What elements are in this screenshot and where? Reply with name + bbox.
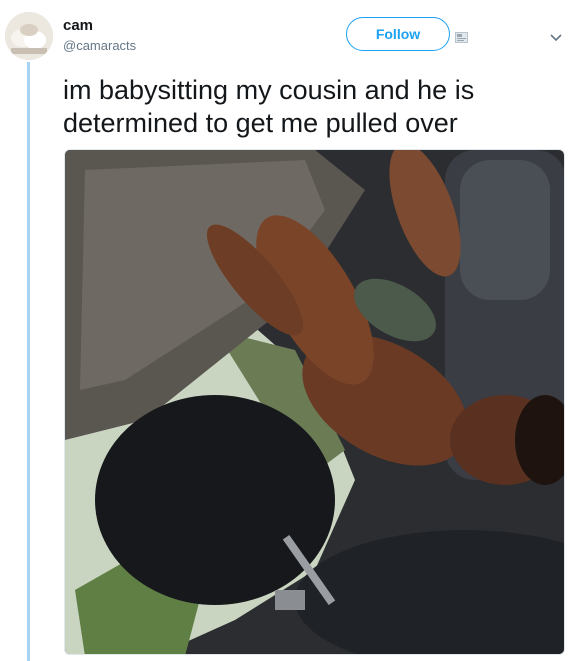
avatar[interactable] (5, 12, 53, 60)
tweet-text: im babysitting my cousin and he is deter… (63, 74, 543, 140)
follow-button[interactable]: Follow (346, 17, 450, 51)
chevron-down-icon[interactable] (549, 30, 563, 42)
tweet-photo[interactable] (64, 149, 565, 655)
tweet-text-line-2: determined to get me pulled over (63, 108, 458, 138)
author-name[interactable]: cam (63, 17, 93, 34)
thread-line (27, 62, 30, 661)
tweet-text-line-1: im babysitting my cousin and he is (63, 75, 475, 105)
author-handle[interactable]: @camaracts (63, 38, 136, 53)
direct-message-icon[interactable] (455, 30, 468, 43)
